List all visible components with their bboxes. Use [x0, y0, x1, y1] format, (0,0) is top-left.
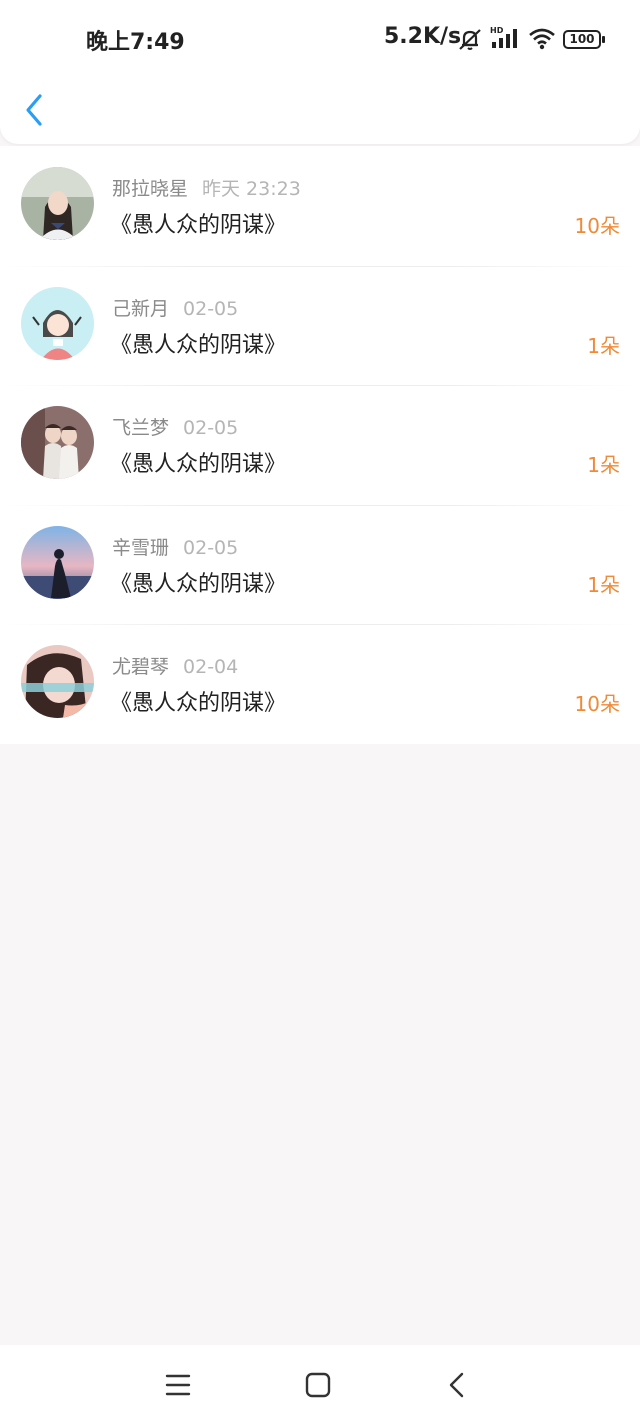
gift-count: 1朵 — [587, 572, 620, 597]
back-nav-button[interactable] — [440, 1367, 476, 1403]
user-name: 尤碧琴 — [112, 656, 170, 678]
avatar[interactable] — [21, 167, 94, 240]
gift-record-list: 那拉晓星 昨天 23:23 《愚人众的阴谋》 10朵 己新月 02-05 《愚人众的… — [0, 146, 640, 744]
gift-count: 1朵 — [587, 333, 620, 358]
battery-level: 100 — [569, 32, 595, 46]
home-square-icon — [305, 1372, 331, 1398]
header: 晚上7:49 5.2K/s HD 100 — [0, 0, 640, 144]
book-title: 《愚人众的阴谋》 — [110, 213, 287, 238]
list-item[interactable]: 辛雪珊 02-05 《愚人众的阴谋》 1朵 — [0, 504, 640, 625]
wifi-icon — [529, 28, 555, 50]
menu-icon — [165, 1374, 191, 1396]
back-button[interactable] — [18, 88, 58, 132]
home-button[interactable] — [300, 1367, 336, 1403]
list-item[interactable]: 尤碧琴 02-04 《愚人众的阴谋》 10朵 — [0, 624, 640, 744]
avatar[interactable] — [21, 645, 94, 718]
gift-count: 1朵 — [587, 453, 620, 477]
record-date: 02-05 — [183, 297, 239, 320]
avatar[interactable] — [21, 525, 94, 599]
record-date: 02-05 — [183, 536, 239, 559]
list-item[interactable]: 那拉晓星 昨天 23:23 《愚人众的阴谋》 10朵 — [0, 146, 640, 266]
gift-count: 10朵 — [574, 214, 620, 238]
menu-button[interactable] — [160, 1367, 196, 1403]
book-title: 《愚人众的阴谋》 — [110, 571, 287, 597]
user-name: 那拉晓星 — [112, 178, 189, 200]
gift-count: 10朵 — [574, 692, 620, 716]
record-date: 02-05 — [183, 417, 239, 439]
user-name: 飞兰梦 — [112, 417, 170, 439]
signal-icon: HD — [490, 26, 517, 48]
list-item[interactable]: 飞兰梦 02-05 《愚人众的阴谋》 1朵 — [0, 385, 640, 505]
record-date: 昨天 23:23 — [202, 178, 301, 200]
status-bar: 晚上7:49 5.2K/s HD 100 — [0, 0, 640, 80]
list-item[interactable]: 己新月 02-05 《愚人众的阴谋》 1朵 — [0, 265, 640, 386]
user-name: 辛雪珊 — [112, 536, 170, 559]
network-speed: 5.2K/s — [384, 24, 462, 49]
mute-bell-icon — [459, 29, 481, 50]
system-nav-bar — [0, 1345, 640, 1423]
status-time: 晚上7:49 — [86, 30, 185, 55]
book-title: 《愚人众的阴谋》 — [110, 691, 287, 716]
battery-icon: 100 — [563, 30, 605, 49]
book-title: 《愚人众的阴谋》 — [110, 452, 287, 477]
chevron-left-icon — [26, 94, 42, 126]
avatar[interactable] — [21, 406, 94, 479]
book-title: 《愚人众的阴谋》 — [110, 332, 287, 358]
avatar[interactable] — [21, 286, 94, 360]
user-name: 己新月 — [112, 297, 170, 320]
svg-text:HD: HD — [490, 26, 504, 35]
back-triangle-icon — [449, 1372, 464, 1398]
record-date: 02-04 — [183, 656, 239, 678]
